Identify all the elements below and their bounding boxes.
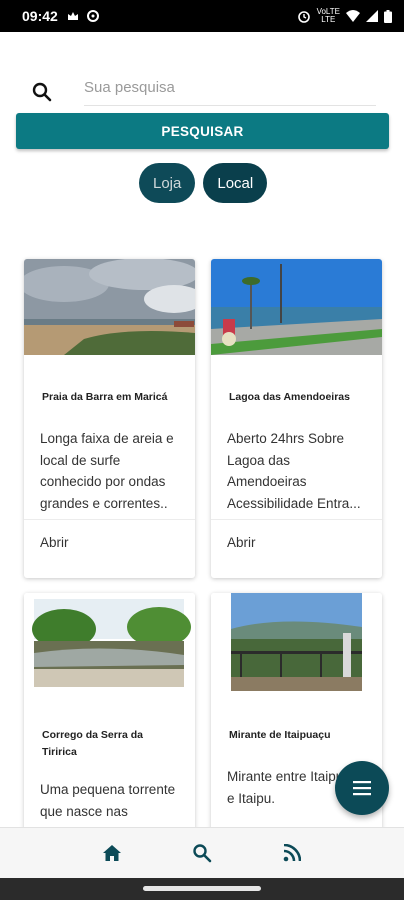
nav-search[interactable] (157, 828, 247, 879)
card-image (211, 259, 382, 355)
open-button[interactable]: Abrir (211, 519, 382, 565)
home-gesture-handle[interactable] (143, 886, 261, 891)
bottom-nav (0, 827, 404, 878)
search-icon (193, 844, 212, 863)
open-button[interactable]: Abrir (24, 519, 195, 565)
search-row (30, 70, 376, 106)
chip-local[interactable]: Local (203, 163, 268, 203)
chip-loja[interactable]: Loja (139, 163, 196, 203)
nav-feed[interactable] (247, 828, 337, 879)
rss-icon (283, 844, 301, 862)
signal-icon (366, 10, 378, 22)
card-title: Lagoa das Amendoeiras (229, 391, 350, 403)
status-bar: 09:42 VoLTE LTE (0, 0, 404, 32)
lte-indicator: VoLTE LTE (316, 7, 340, 24)
status-time: 09:42 (22, 8, 58, 24)
card-title: Mirante de Itaipuaçu (229, 729, 331, 741)
card-image (24, 259, 195, 355)
card-image (211, 593, 382, 691)
notification-icon (67, 12, 78, 20)
battery-icon (384, 9, 392, 23)
place-card[interactable]: Lagoa das Amendoeiras Aberto 24hrs Sobre… (211, 259, 382, 578)
lookout-image (211, 593, 382, 691)
search-icon[interactable] (30, 80, 54, 104)
card-title: Corrego da Serra da Tiririca (42, 729, 143, 758)
system-gesture-bar (0, 878, 404, 900)
filter-chips: Loja Local (139, 163, 268, 203)
card-description: Longa faixa de areia e local de surfe co… (40, 431, 174, 511)
alarm-icon (297, 11, 310, 23)
wifi-icon (346, 10, 360, 22)
lagoon-image (211, 259, 382, 355)
menu-icon (353, 781, 371, 796)
place-card[interactable]: Corrego da Serra da Tiririca Uma pequena… (24, 593, 195, 833)
home-icon (103, 845, 121, 861)
search-button[interactable]: PESQUISAR (16, 113, 389, 149)
card-description: Aberto 24hrs Sobre Lagoa das Amendoeiras… (227, 431, 361, 511)
beach-image (24, 259, 195, 355)
sync-icon (86, 10, 99, 22)
stream-image (24, 593, 195, 691)
menu-fab[interactable] (335, 761, 389, 815)
search-input[interactable] (84, 70, 376, 106)
card-description: Uma pequena torrente que nasce nas (40, 782, 176, 819)
nav-home[interactable] (67, 828, 157, 879)
card-image (24, 593, 195, 691)
place-card[interactable]: Praia da Barra em Maricá Longa faixa de … (24, 259, 195, 578)
card-title: Praia da Barra em Maricá (42, 391, 168, 403)
